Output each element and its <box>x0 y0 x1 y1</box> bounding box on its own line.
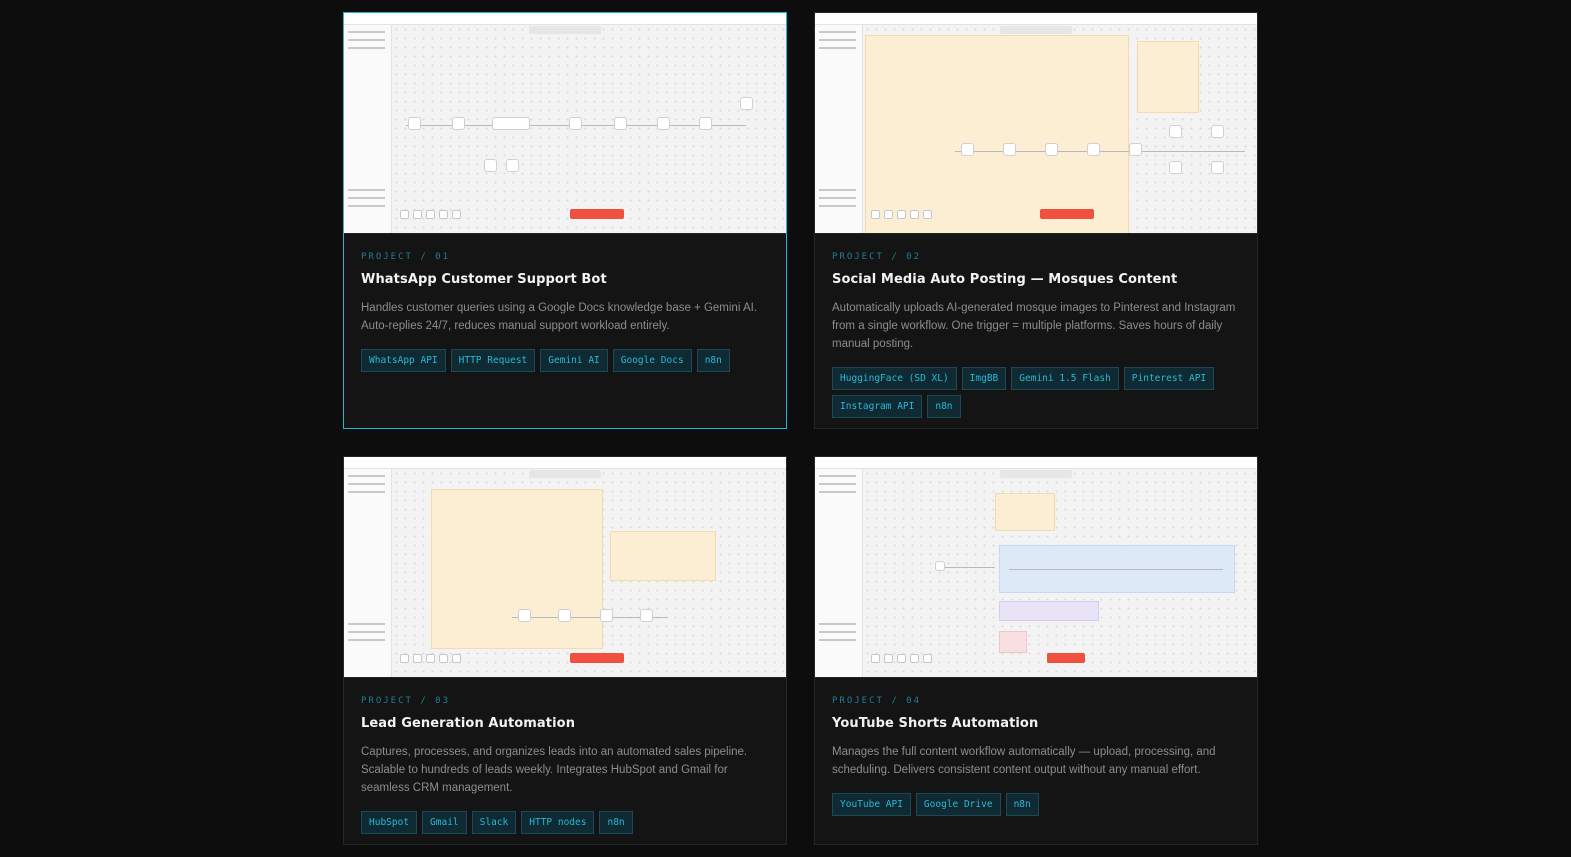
code-node-icon <box>740 97 753 110</box>
workflow-screenshot <box>344 13 786 234</box>
execute-workflow-button <box>570 209 624 219</box>
workflow-screenshot <box>815 13 1257 234</box>
tag: Gmail <box>422 811 467 834</box>
code-node-icon <box>1003 143 1016 156</box>
webhook-node-icon <box>569 117 582 130</box>
workflow-screenshot <box>815 457 1257 678</box>
code-node-icon <box>558 609 571 622</box>
project-description: Automatically uploads AI-generated mosqu… <box>832 302 1236 350</box>
trigger-node-icon <box>961 143 974 156</box>
http-node-icon <box>1211 161 1224 174</box>
project-description: Captures, processes, and organizes leads… <box>361 746 748 794</box>
hubspot-node-icon <box>518 609 531 622</box>
http-node-icon <box>1211 125 1224 138</box>
execute-workflow-button <box>570 653 624 663</box>
tag: Instagram API <box>832 395 923 418</box>
http-node-icon <box>1045 143 1058 156</box>
project-title: WhatsApp Customer Support Bot <box>361 272 607 287</box>
project-label: PROJECT / 02 <box>832 252 922 262</box>
project-label: PROJECT / 01 <box>361 252 451 262</box>
http-node-icon <box>1087 143 1100 156</box>
http-node-icon <box>1129 143 1142 156</box>
project-title: Social Media Auto Posting — Mosques Cont… <box>832 272 1178 287</box>
memory-node-icon <box>506 159 519 172</box>
switch-node-icon <box>699 117 712 130</box>
tag: Slack <box>471 811 517 834</box>
trigger-node-icon <box>935 561 945 571</box>
tag: n8n <box>696 349 730 372</box>
execute-workflow-button <box>1040 209 1094 219</box>
gmail-node-icon <box>600 609 613 622</box>
tag: YouTube API <box>832 793 911 816</box>
project-card-1[interactable]: PROJECT / 01 WhatsApp Customer Support B… <box>343 12 787 429</box>
tag: Google Drive <box>915 793 1001 816</box>
docs-node-icon <box>408 117 421 130</box>
agent-node-icon <box>492 117 530 130</box>
tag: HuggingFace (SD XL) <box>832 367 957 390</box>
google-node-icon <box>484 159 497 172</box>
code-node-icon <box>1169 161 1182 174</box>
project-title: Lead Generation Automation <box>361 716 576 731</box>
tag: WhatsApp API <box>361 349 446 372</box>
slack-node-icon <box>640 609 653 622</box>
tag: n8n <box>1005 793 1039 816</box>
tag: HTTP Request <box>450 349 536 372</box>
tag: Pinterest API <box>1123 367 1215 390</box>
tag-list: YouTube API Google Drive n8n <box>832 793 1240 816</box>
tag: Gemini AI <box>540 349 608 372</box>
project-card-3[interactable]: PROJECT / 03 Lead Generation Automation … <box>343 456 787 845</box>
code-node-icon <box>1169 125 1182 138</box>
project-title: YouTube Shorts Automation <box>832 716 1039 731</box>
tag-list: WhatsApp API HTTP Request Gemini AI Goog… <box>361 349 769 372</box>
tag: n8n <box>599 811 633 834</box>
ai-node-icon <box>452 117 465 130</box>
sheets-node-icon <box>614 117 627 130</box>
tag-list: HuggingFace (SD XL) ImgBB Gemini 1.5 Fla… <box>832 367 1240 418</box>
project-label: PROJECT / 03 <box>361 696 451 706</box>
tag: n8n <box>927 395 961 418</box>
tag: ImgBB <box>961 367 1007 390</box>
tag: HubSpot <box>361 811 418 834</box>
project-card-4[interactable]: PROJECT / 04 YouTube Shorts Automation M… <box>814 456 1258 845</box>
project-description: Manages the full content workflow automa… <box>832 746 1216 776</box>
open-button <box>1047 653 1085 663</box>
tag-list: HubSpot Gmail Slack HTTP nodes n8n <box>361 811 769 834</box>
project-label: PROJECT / 04 <box>832 696 922 706</box>
tag: HTTP nodes <box>521 811 595 834</box>
project-description: Handles customer queries using a Google … <box>361 302 758 332</box>
workflow-screenshot <box>344 457 786 678</box>
tag: Google Docs <box>612 349 692 372</box>
code-node-icon <box>657 117 670 130</box>
project-card-2[interactable]: PROJECT / 02 Social Media Auto Posting —… <box>814 12 1258 429</box>
tag: Gemini 1.5 Flash <box>1011 367 1119 390</box>
